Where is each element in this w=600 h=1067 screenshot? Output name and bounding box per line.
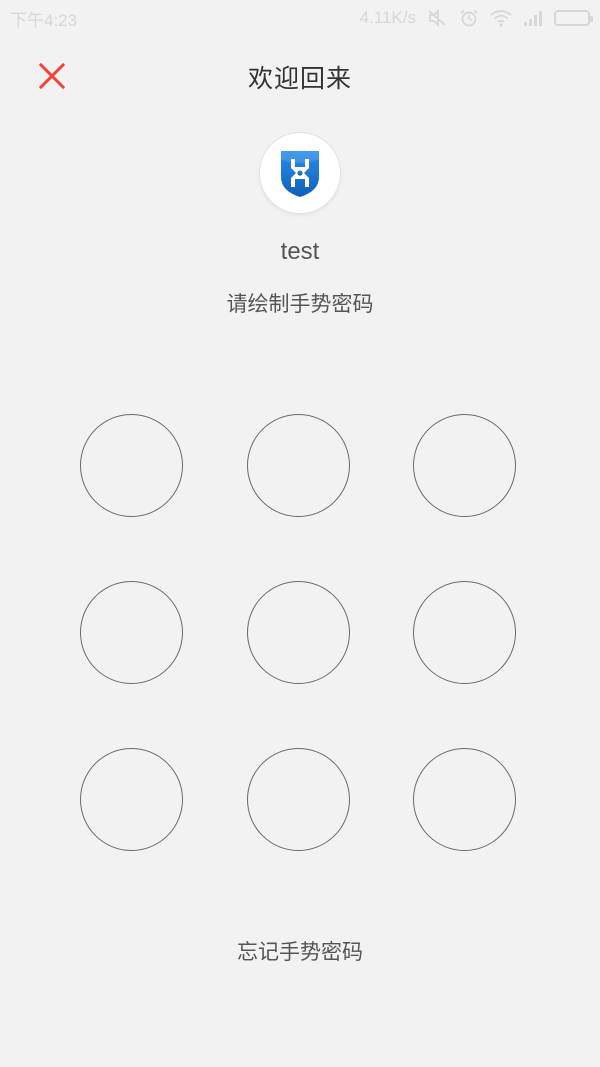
signal-icon <box>522 9 544 27</box>
gesture-prompt: 请绘制手势密码 <box>226 292 374 316</box>
header: 欢迎回来 <box>0 45 600 105</box>
gesture-dot-8[interactable] <box>247 748 350 851</box>
alarm-icon <box>458 9 480 27</box>
gesture-dot-1[interactable] <box>80 414 183 517</box>
network-speed: 4.11K/s <box>359 8 416 27</box>
gesture-dot-9[interactable] <box>413 748 516 851</box>
forgot-gesture-link[interactable]: 忘记手势密码 <box>0 936 600 966</box>
avatar <box>260 133 340 213</box>
gesture-dot-5[interactable] <box>247 581 350 684</box>
shield-logo-icon <box>281 151 319 197</box>
gesture-dot-4[interactable] <box>80 581 183 684</box>
status-bar: 下午4:23 4.11K/s <box>0 0 600 36</box>
gesture-dot-3[interactable] <box>413 414 516 517</box>
battery-icon <box>554 10 593 26</box>
silent-icon <box>426 9 448 27</box>
gesture-dot-2[interactable] <box>247 414 350 517</box>
gesture-grid[interactable] <box>80 414 520 854</box>
wifi-icon <box>490 9 512 27</box>
gesture-dot-7[interactable] <box>80 748 183 851</box>
page-title: 欢迎回来 <box>247 64 352 93</box>
username: test <box>280 238 320 265</box>
status-right: 4.11K/s <box>359 8 593 28</box>
gesture-dot-6[interactable] <box>413 581 516 684</box>
status-time: 下午4:23 <box>10 10 78 30</box>
status-left: 下午4:23 <box>10 6 77 31</box>
